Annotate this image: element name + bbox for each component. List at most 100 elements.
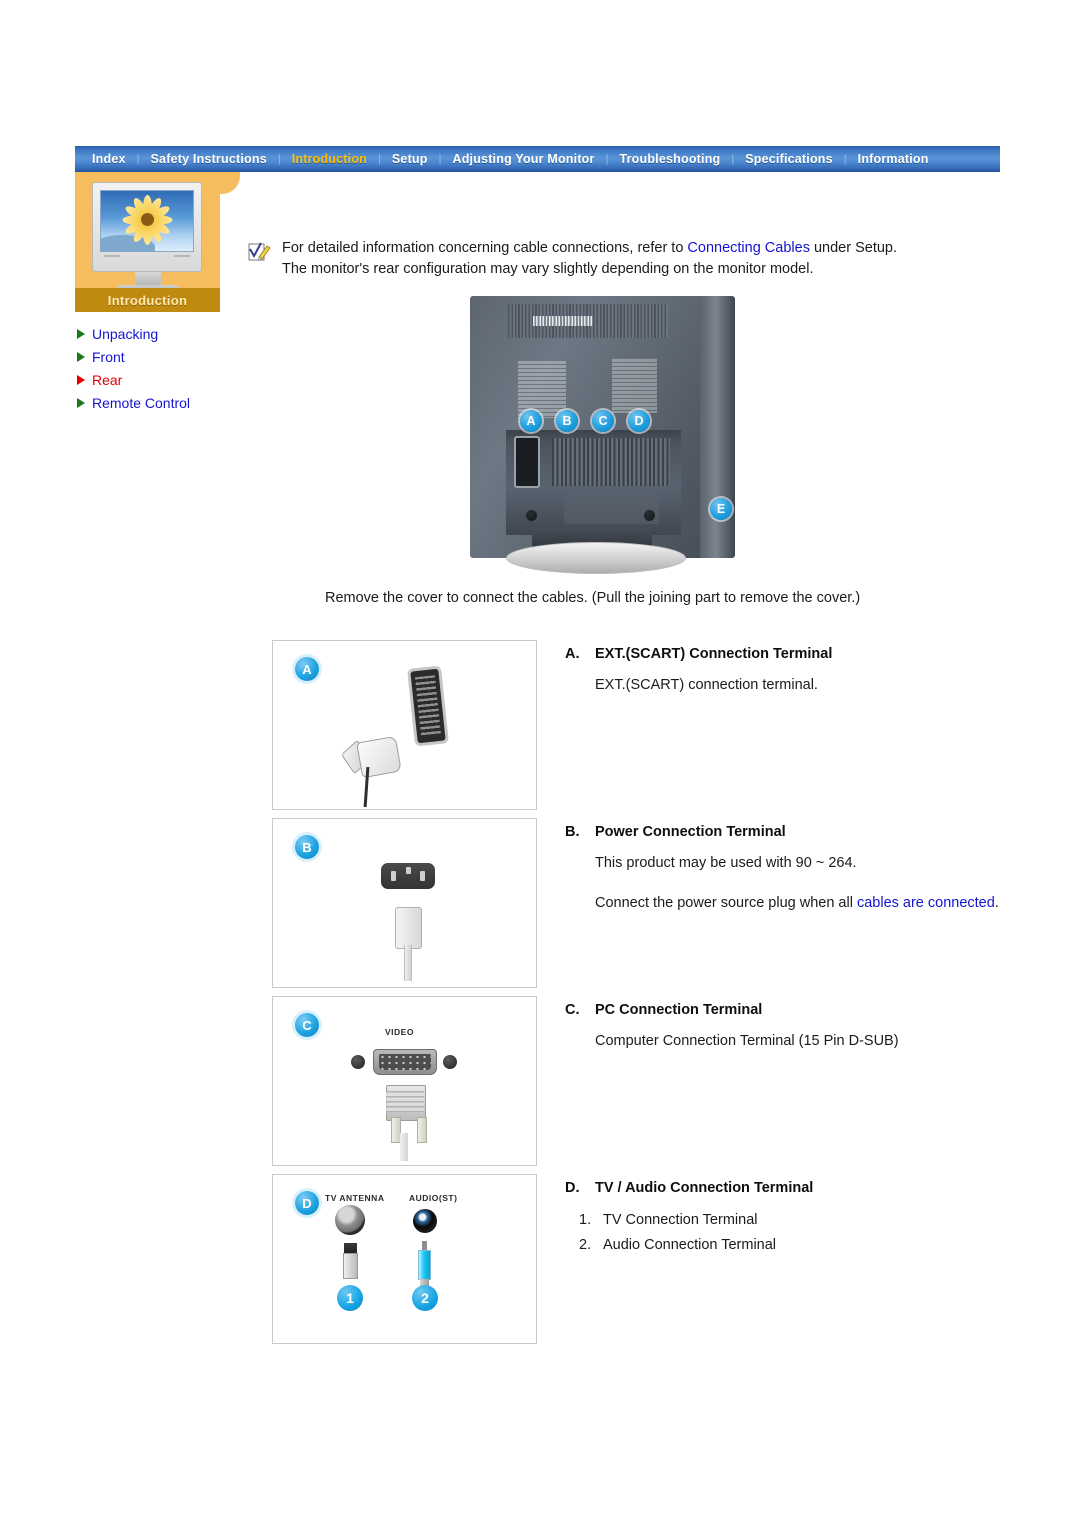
section-d-badge: D <box>295 1191 319 1215</box>
scart-port <box>514 436 540 488</box>
photo-badge-a: A <box>520 410 542 432</box>
section-c-heading: C. PC Connection Terminal <box>565 1002 1012 1018</box>
list-item-number: 1. <box>579 1212 592 1228</box>
section-c-text: C. PC Connection Terminal Computer Conne… <box>537 996 1012 1070</box>
sidebar-item-label: Remote Control <box>92 394 191 411</box>
section-a-text: A. EXT.(SCART) Connection Terminal EXT.(… <box>537 640 1012 714</box>
nav-separator: | <box>605 153 609 165</box>
note-line-2: The monitor's rear configuration may var… <box>282 261 814 277</box>
sidebar-item-unpacking[interactable]: Unpacking <box>77 322 220 345</box>
tv-antenna-jack <box>335 1205 365 1235</box>
section-b-illustration: B <box>272 818 537 988</box>
nav-item-introduction[interactable]: Introduction <box>281 152 378 166</box>
callout-number-1: 1 <box>337 1285 363 1311</box>
section-a-badge: A <box>295 657 319 681</box>
list-item-number: 2. <box>579 1237 592 1253</box>
section-b: B B. Power Connection Terminal This prod… <box>272 818 1012 988</box>
nav-separator: | <box>378 153 381 165</box>
note-text: For detailed information concerning cabl… <box>282 238 897 280</box>
list-item-label: Audio Connection Terminal <box>603 1237 777 1253</box>
monitor-stand-base <box>506 542 686 574</box>
section-d-text: D. TV / Audio Connection Terminal 1. TV … <box>537 1174 1012 1258</box>
section-c-body: Computer Connection Terminal (15 Pin D-S… <box>565 1030 1012 1052</box>
section-a-body: EXT.(SCART) connection terminal. <box>565 674 1012 696</box>
section-d-letter: D. <box>565 1180 580 1196</box>
section-a-description: EXT.(SCART) connection terminal. <box>595 677 818 693</box>
nav-separator: | <box>438 153 442 165</box>
nav-item-troubleshooting[interactable]: Troubleshooting <box>608 152 731 166</box>
note-block: For detailed information concerning cabl… <box>248 238 948 280</box>
rear-screw <box>526 510 537 521</box>
section-c-badge: C <box>295 1013 319 1037</box>
callout-number-2: 2 <box>412 1285 438 1311</box>
nav-item-information[interactable]: Information <box>847 152 940 166</box>
note-line-1: For detailed information concerning cabl… <box>282 238 897 259</box>
section-b-badge: B <box>295 835 319 859</box>
section-b-text: B. Power Connection Terminal This produc… <box>537 818 1012 932</box>
section-d: D TV ANTENNA AUDIO(ST) 1 2 D. TV / Audio… <box>272 1174 1012 1344</box>
sidebar-item-rear[interactable]: Rear <box>77 368 220 391</box>
monitor-rear-photo: A B C D E <box>470 296 735 578</box>
section-b-title: Power Connection Terminal <box>595 824 786 840</box>
section-c-letter: C. <box>565 1002 580 1018</box>
vga-screw-left <box>351 1055 365 1069</box>
list-item: 1. TV Connection Terminal <box>579 1208 1012 1233</box>
section-b-desc2-before: Connect the power source plug when all <box>595 895 857 911</box>
section-a-heading: A. EXT.(SCART) Connection Terminal <box>565 646 1012 662</box>
audio-plug-body <box>418 1250 431 1280</box>
section-a-letter: A. <box>565 646 580 662</box>
nav-item-index[interactable]: Index <box>81 152 137 166</box>
section-b-description: This product may be used with 90 ~ 264. <box>595 855 857 871</box>
coax-plug-body <box>343 1253 358 1279</box>
monitor-screen <box>100 190 194 252</box>
nav-item-specifications[interactable]: Specifications <box>734 152 844 166</box>
section-c-illustration: C VIDEO <box>272 996 537 1166</box>
power-cable <box>404 945 412 981</box>
connector-bay-vent <box>552 438 670 486</box>
section-d-list: 1. TV Connection Terminal 2. Audio Conne… <box>565 1208 1012 1258</box>
section-c-description: Computer Connection Terminal (15 Pin D-S… <box>595 1033 899 1049</box>
monitor-vent-slot <box>533 316 593 326</box>
photo-badge-e: E <box>710 498 732 520</box>
monitor-illustration <box>92 182 202 272</box>
list-item-label: TV Connection Terminal <box>603 1212 758 1228</box>
tv-antenna-label: TV ANTENNA <box>325 1193 385 1203</box>
sidebar-links: Unpacking Front Rear Remote Control <box>75 322 220 414</box>
section-b-body: This product may be used with 90 ~ 264. … <box>565 852 1012 914</box>
note-pencil-icon <box>248 240 272 264</box>
section-a-title: EXT.(SCART) Connection Terminal <box>595 646 833 662</box>
nav-separator: | <box>731 153 735 165</box>
cables-are-connected-link[interactable]: cables are connected <box>857 895 995 911</box>
scart-connector-graphic <box>407 665 449 747</box>
nav-item-setup[interactable]: Setup <box>381 152 439 166</box>
power-plug-graphic <box>395 907 422 949</box>
vga-cable <box>400 1133 408 1161</box>
arrow-right-icon <box>77 351 85 362</box>
sidebar-item-label: Front <box>92 348 125 365</box>
section-d-title: TV / Audio Connection Terminal <box>595 1180 814 1196</box>
section-c-title: PC Connection Terminal <box>595 1002 763 1018</box>
list-item: 2. Audio Connection Terminal <box>579 1233 1012 1258</box>
connecting-cables-link[interactable]: Connecting Cables <box>687 240 810 256</box>
sidebar-item-front[interactable]: Front <box>77 345 220 368</box>
photo-badge-d: D <box>628 410 650 432</box>
sidebar-item-remote-control[interactable]: Remote Control <box>77 391 220 414</box>
sidebar-item-label: Rear <box>92 371 123 388</box>
section-d-heading: D. TV / Audio Connection Terminal <box>565 1180 1012 1196</box>
arrow-right-icon <box>77 374 85 385</box>
power-socket-graphic <box>381 863 435 889</box>
video-port-label: VIDEO <box>385 1027 414 1037</box>
nav-separator: | <box>136 153 140 165</box>
section-a: A A. EXT.(SCART) Connection Terminal EXT… <box>272 640 1012 810</box>
nav-item-adjusting-your-monitor[interactable]: Adjusting Your Monitor <box>441 152 605 166</box>
monitor-bezel-marks <box>100 252 194 257</box>
audio-st-label: AUDIO(ST) <box>409 1193 458 1203</box>
sunflower-icon <box>121 194 173 246</box>
vga-screw-right <box>443 1055 457 1069</box>
nav-item-safety-instructions[interactable]: Safety Instructions <box>140 152 278 166</box>
sunflower-core <box>140 213 154 227</box>
arrow-right-icon <box>77 328 85 339</box>
sidebar-section-card: Introduction <box>75 172 240 312</box>
monitor-label-sticker-left <box>518 360 566 418</box>
vga-prong-right <box>417 1117 427 1143</box>
